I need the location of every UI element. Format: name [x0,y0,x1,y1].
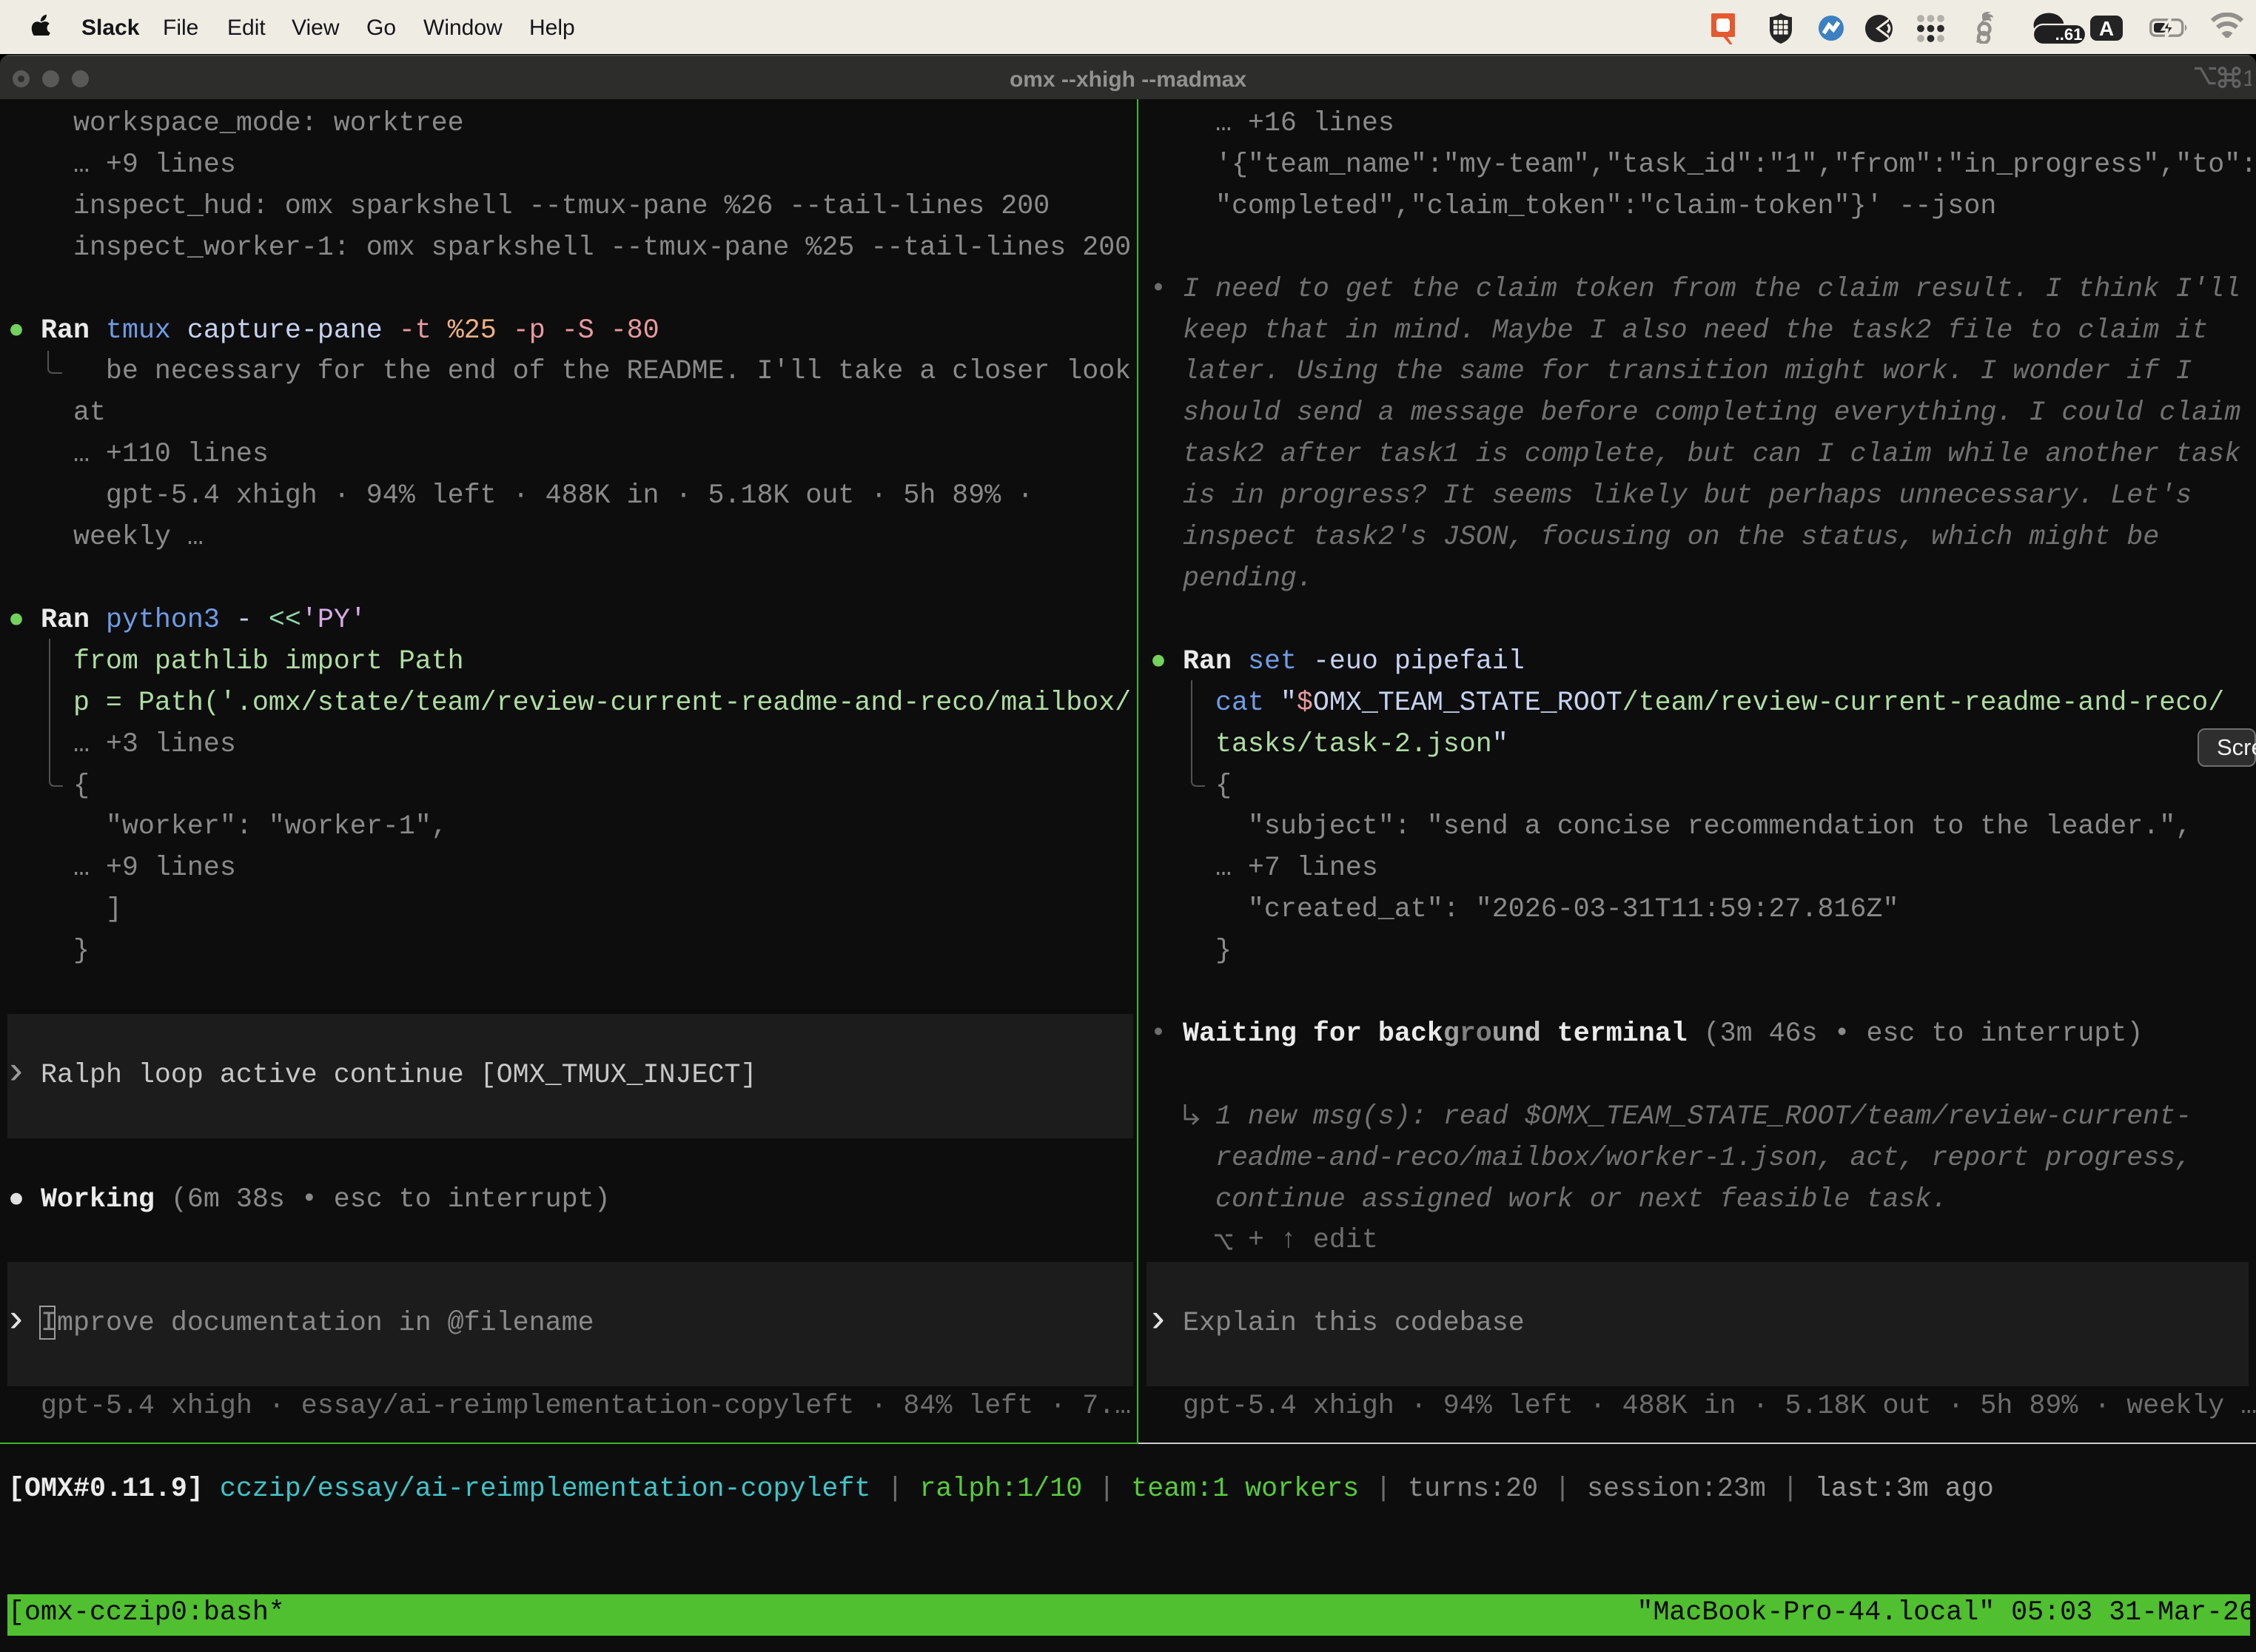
svg-text:1: 1 [2243,65,2252,91]
svg-text:..61: ..61 [2055,25,2083,44]
